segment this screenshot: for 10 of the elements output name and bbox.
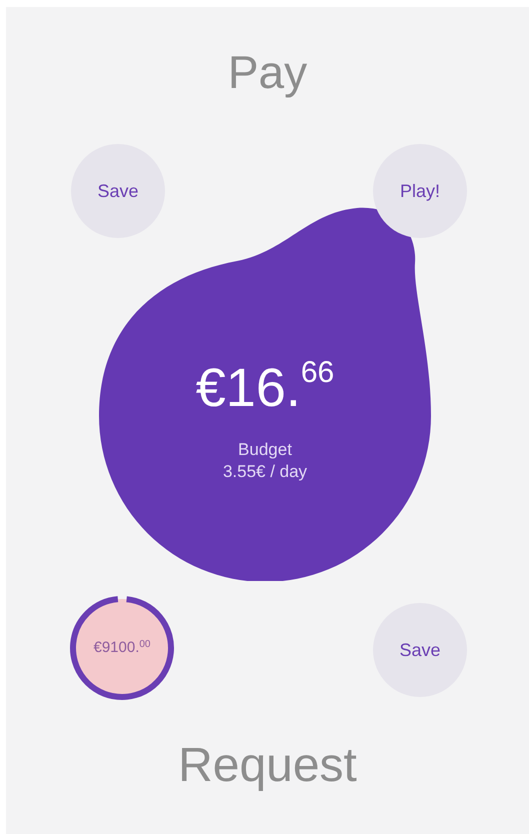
goal-amount: €9100.$^{00}$ [93, 638, 150, 658]
daily-rate: 3.55€ / day [222, 461, 308, 484]
budget-label: Budget [238, 439, 292, 461]
goal-progress-ring[interactable] [68, 594, 176, 702]
balance-amount: €16.$^{66}$ [196, 361, 334, 415]
save-button[interactable]: Save [373, 603, 467, 697]
page-title: Pay [228, 49, 308, 95]
play-button[interactable]: Play! [373, 144, 467, 238]
request-action[interactable]: Request [178, 742, 357, 790]
save-button[interactable]: Save [71, 144, 165, 238]
